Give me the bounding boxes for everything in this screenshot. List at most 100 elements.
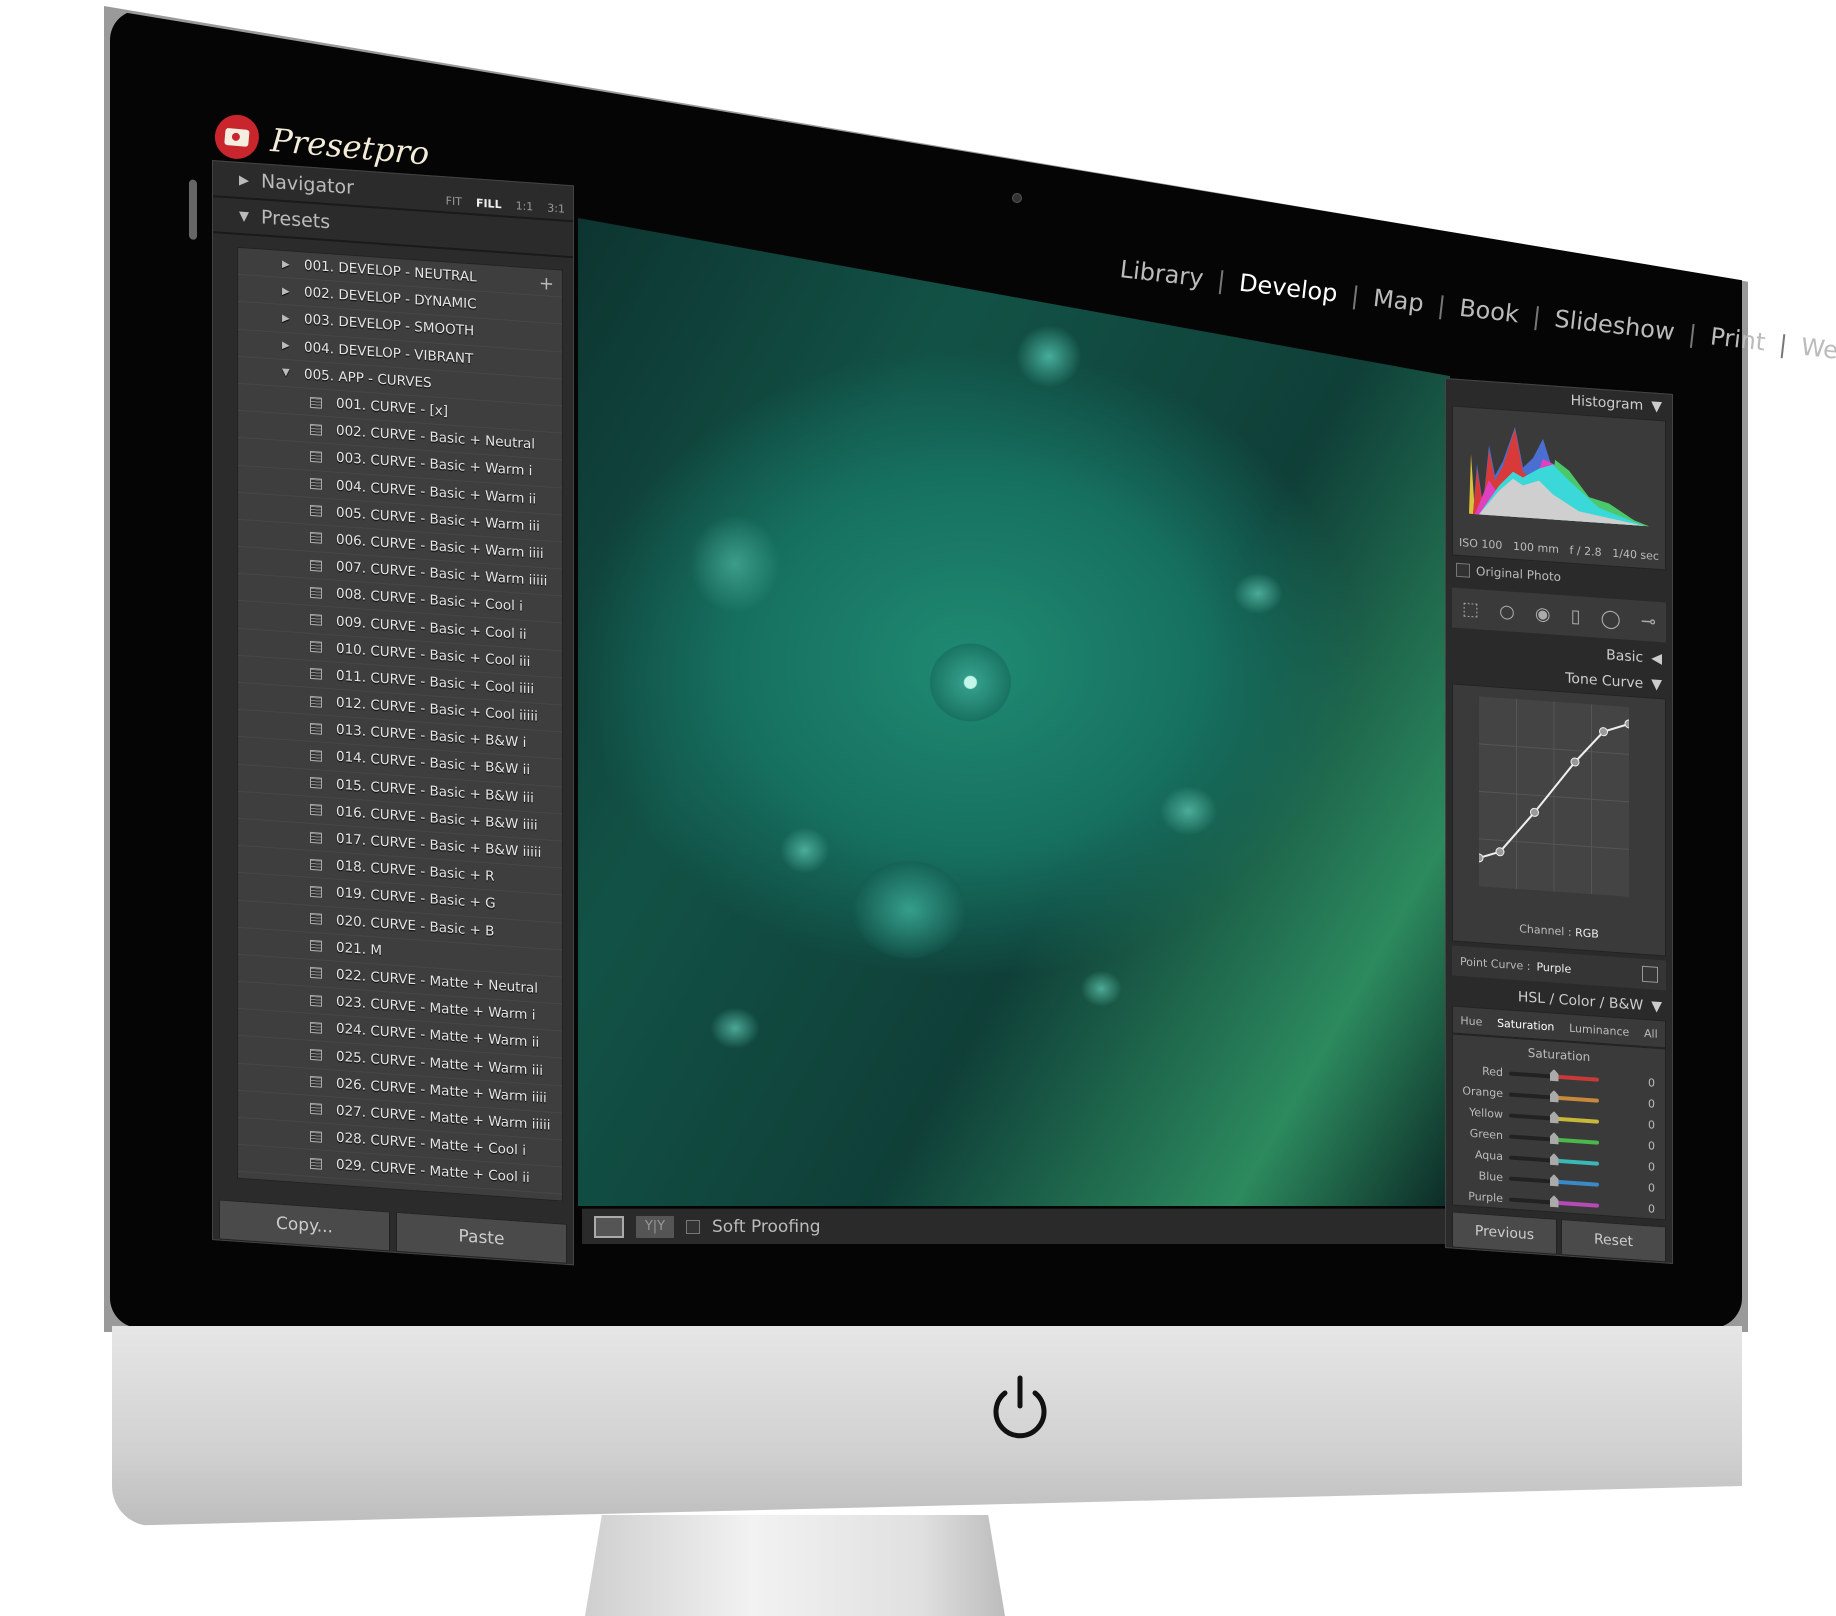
preset-icon — [310, 559, 322, 572]
before-after-button[interactable]: Y|Y — [636, 1215, 674, 1238]
triangle-right-icon: ▶ — [282, 312, 290, 325]
tone-curve-editor[interactable]: Channel : RGB — [1452, 683, 1666, 957]
graduated-filter-icon[interactable]: ▯ — [1571, 605, 1581, 627]
radial-filter-icon[interactable]: ◯ — [1601, 607, 1621, 629]
add-preset-icon[interactable]: + — [539, 273, 554, 295]
soft-proofing-checkbox[interactable] — [686, 1219, 700, 1234]
presets-label: Presets — [261, 206, 331, 234]
reset-button[interactable]: Reset — [1561, 1219, 1666, 1263]
slider-track[interactable] — [1509, 1092, 1599, 1102]
zoom-option[interactable]: FILL — [476, 196, 502, 211]
curve-point[interactable] — [1599, 727, 1608, 737]
triangle-right-icon: ▶ — [282, 340, 290, 352]
triangle-down-icon: ▼ — [282, 367, 290, 379]
slider-label: Blue — [1478, 1169, 1503, 1185]
slider-thumb[interactable] — [1550, 1174, 1559, 1187]
tab-separator: | — [1686, 319, 1699, 349]
slider-track[interactable] — [1509, 1071, 1599, 1081]
photo-preview[interactable] — [578, 218, 1450, 1206]
tab-separator: | — [1349, 281, 1361, 311]
slider-thumb[interactable] — [1550, 1195, 1559, 1208]
slider-label: Orange — [1462, 1084, 1503, 1101]
hsl-tab-all[interactable]: All — [1644, 1026, 1658, 1040]
hsl-tab-hue[interactable]: Hue — [1460, 1014, 1482, 1029]
zoom-option[interactable]: FIT — [446, 194, 462, 208]
hsl-tab-saturation[interactable]: Saturation — [1497, 1016, 1554, 1033]
slider-value: 0 — [1648, 1160, 1655, 1174]
curve-point[interactable] — [1495, 847, 1505, 857]
left-panel: ▶ Navigator FIT FILL 1:1 3:1 ▼ Presets + ▶ 001… — [189, 160, 574, 1266]
slider-label: Yellow — [1469, 1105, 1503, 1122]
slider-label: Green — [1469, 1126, 1503, 1143]
hsl-tab-luminance[interactable]: Luminance — [1569, 1021, 1629, 1038]
slider-value: 0 — [1648, 1139, 1655, 1153]
triangle-down-icon: ▼ — [239, 208, 249, 225]
preset-icon — [310, 804, 322, 817]
histogram-label: Histogram — [1570, 392, 1644, 414]
preset-icon — [310, 1021, 322, 1034]
slider-thumb[interactable] — [1550, 1111, 1559, 1124]
zoom-option[interactable]: 1:1 — [516, 199, 534, 213]
slider-track[interactable] — [1509, 1176, 1599, 1186]
preset-icon — [310, 831, 322, 844]
preset-icon — [310, 994, 322, 1007]
preset-item-label: 001. CURVE - [x] — [336, 395, 449, 420]
slider-thumb[interactable] — [1550, 1153, 1559, 1166]
crop-icon[interactable]: ⬚ — [1462, 598, 1479, 620]
tab-separator: | — [1215, 266, 1227, 295]
preset-icon — [310, 858, 322, 871]
navigator-label: Navigator — [261, 170, 354, 199]
monitor-chin — [112, 1326, 1742, 1526]
channel-label: Channel : — [1519, 922, 1572, 939]
red-eye-icon[interactable]: ◉ — [1535, 603, 1551, 625]
histogram: ISO 100 100 mm f / 2.8 1/40 sec — [1452, 405, 1666, 571]
triangle-right-icon: ▶ — [282, 285, 290, 298]
slider-track[interactable] — [1509, 1113, 1599, 1123]
preset-icon — [310, 450, 322, 463]
point-curve-select[interactable]: Purple — [1536, 960, 1571, 975]
preset-icon — [310, 423, 322, 436]
right-panel: Histogram ▼ ISO 100 100 mm f / 2.8 1/40 s… — [1445, 378, 1673, 1264]
hsl-label: HSL / Color / B&W — [1517, 989, 1644, 1014]
preset-icon — [310, 641, 322, 653]
preset-icon — [310, 749, 322, 762]
saturation-sliders: Saturation Red 0 Orange 0 Yellow 0 Green 0 Aqua 0… — [1452, 1033, 1666, 1221]
triangle-down-icon: ▼ — [1651, 676, 1662, 694]
slider-track[interactable] — [1509, 1134, 1599, 1144]
slider-thumb[interactable] — [1550, 1069, 1559, 1082]
focal-length: 100 mm — [1513, 539, 1559, 556]
preset-group-label: 005. APP - CURVES — [304, 366, 432, 392]
slider-track[interactable] — [1509, 1155, 1599, 1165]
preset-icon — [310, 1103, 322, 1116]
preset-icon — [310, 695, 322, 708]
curve-point[interactable] — [1570, 757, 1580, 767]
camera-logo-icon — [213, 113, 261, 161]
original-photo-checkbox[interactable] — [1456, 562, 1470, 578]
slider-thumb[interactable] — [1550, 1132, 1559, 1145]
slider-label: Purple — [1468, 1189, 1503, 1206]
loupe-view-icon[interactable] — [594, 1215, 624, 1238]
preset-icon — [310, 1157, 322, 1170]
tab-web[interactable]: Web — [1800, 333, 1836, 367]
iso-value: ISO 100 — [1459, 535, 1503, 553]
previous-button[interactable]: Previous — [1452, 1211, 1557, 1255]
edit-point-curve-icon[interactable] — [1642, 965, 1658, 983]
channel-select[interactable]: RGB — [1575, 926, 1599, 941]
triangle-down-icon: ▼ — [1651, 998, 1662, 1016]
slider-track[interactable] — [1509, 1197, 1599, 1207]
curve-point[interactable] — [1530, 807, 1539, 817]
preset-icon — [310, 940, 322, 952]
tone-curve-label: Tone Curve — [1565, 670, 1644, 692]
power-icon[interactable] — [990, 1368, 1050, 1448]
slider-value: 0 — [1648, 1076, 1655, 1090]
tab-map[interactable]: Map — [1372, 284, 1426, 318]
adjustment-brush-icon[interactable]: ⊸ — [1641, 610, 1656, 632]
left-scrollbar[interactable] — [189, 179, 197, 240]
zoom-option[interactable]: 3:1 — [547, 201, 565, 215]
spot-removal-icon[interactable]: ○ — [1499, 600, 1515, 622]
preset-icon — [310, 613, 322, 626]
slider-thumb[interactable] — [1550, 1090, 1559, 1103]
preset-icon — [310, 912, 322, 925]
tone-curve-graph[interactable] — [1479, 696, 1629, 897]
preset-icon — [310, 1076, 322, 1088]
